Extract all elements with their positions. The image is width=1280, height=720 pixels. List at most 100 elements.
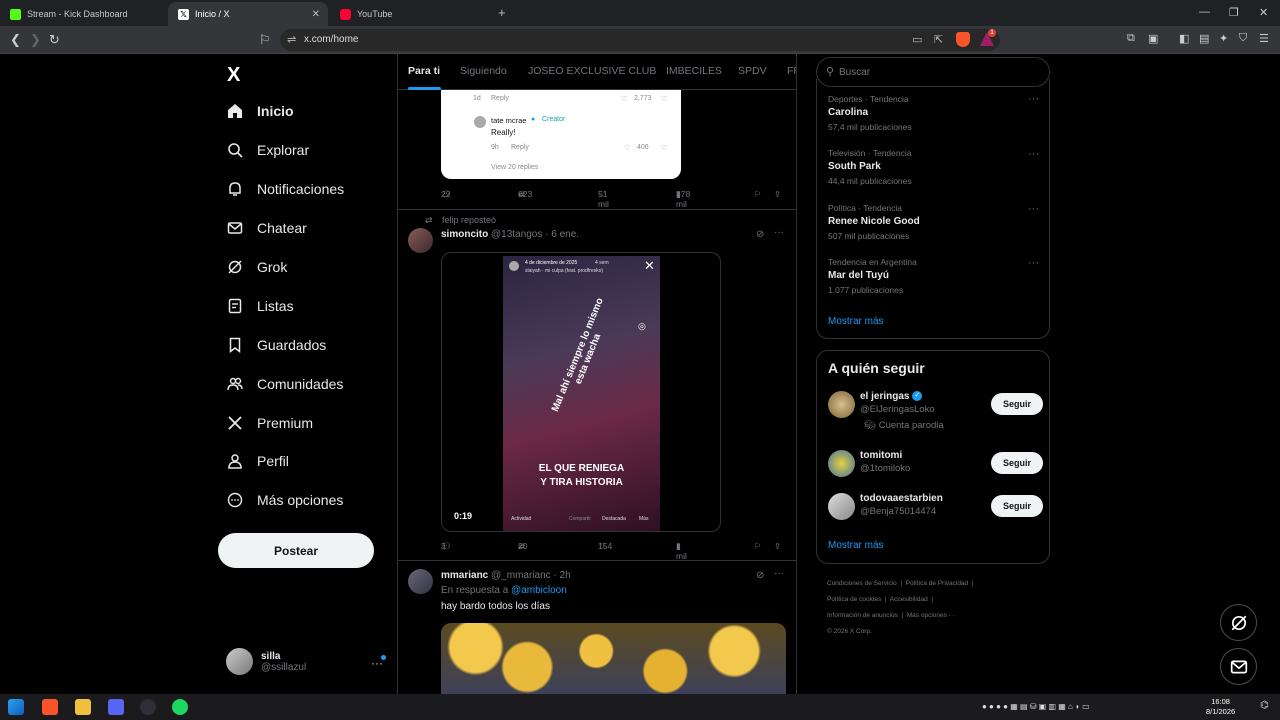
nav-mas-opciones[interactable]: Más opciones bbox=[227, 492, 343, 508]
grok-icon[interactable]: ⊘ bbox=[756, 229, 764, 240]
minimize-icon[interactable]: — bbox=[1199, 6, 1210, 18]
new-tab-icon[interactable]: + bbox=[498, 5, 506, 20]
close-tab-icon[interactable]: ✕ bbox=[312, 9, 320, 20]
tab-siguiendo[interactable]: Siguiendo bbox=[460, 65, 507, 77]
more-dots-icon[interactable]: ··· bbox=[774, 568, 784, 579]
heart-icon[interactable]: ♡ bbox=[621, 95, 627, 103]
reply-link[interactable]: Reply bbox=[511, 144, 529, 151]
reply-link[interactable]: Reply bbox=[491, 95, 509, 102]
sidebar-toggle-icon[interactable]: ◧ bbox=[1179, 32, 1189, 45]
nav-notificaciones[interactable]: Notificaciones bbox=[227, 181, 344, 197]
post-author[interactable]: simoncito @13tangos · 6 ene. bbox=[441, 229, 579, 240]
embedded-tiktok-card[interactable]: 1d Reply ♡ 2,773 ♡ tate mcrae ● Creator … bbox=[441, 90, 681, 179]
reposted-by[interactable]: felip reposteó bbox=[442, 215, 496, 225]
tray-icons[interactable]: ● ● ● ● ▦ ▤ ⛁ ▣ ▥ ▦ ⌂ ◗ ▭ bbox=[982, 702, 1090, 711]
x-logo[interactable]: X bbox=[227, 64, 240, 87]
more-dots-icon[interactable]: ··· bbox=[1028, 257, 1039, 269]
wallet-icon[interactable]: ▤ bbox=[1199, 32, 1209, 45]
follow-suggestion[interactable]: todovaaestarbien @Benja75014474 Seguir bbox=[828, 493, 1043, 529]
nav-chatear[interactable]: Chatear bbox=[227, 220, 307, 236]
brave-shield-icon[interactable] bbox=[956, 32, 970, 47]
nav-premium[interactable]: Premium bbox=[227, 415, 313, 431]
more-dots-icon[interactable]: ··· bbox=[1028, 203, 1039, 215]
obs-icon[interactable] bbox=[140, 699, 156, 715]
follow-suggestion[interactable]: tomitomi @1tomiloko Seguir bbox=[828, 450, 1043, 486]
trend-item[interactable]: Deportes · Tendencia Carolina 57,4 mil p… bbox=[828, 94, 912, 132]
extensions-icon[interactable]: ⧉ bbox=[1127, 32, 1135, 45]
nav-inicio[interactable]: Inicio bbox=[227, 103, 294, 119]
tab-x[interactable]: 𝕏 Inicio / X ✕ bbox=[168, 2, 328, 26]
tab-spdv[interactable]: SPDV bbox=[738, 65, 767, 77]
brave-icon[interactable] bbox=[42, 699, 58, 715]
footer-link[interactable]: Información de anuncios bbox=[827, 612, 898, 619]
post-author[interactable]: mmarianc @_mmarianc · 2h bbox=[441, 570, 571, 581]
reload-icon[interactable]: ↻ bbox=[49, 32, 60, 48]
more-dots-icon[interactable]: ··· bbox=[1028, 148, 1039, 160]
close-icon[interactable]: ✕ bbox=[644, 258, 655, 274]
bookmark-page-icon[interactable]: ⚐ bbox=[259, 32, 271, 48]
cast-icon[interactable]: ▭ bbox=[912, 33, 922, 46]
footer-link[interactable]: Política de Privacidad bbox=[906, 580, 969, 587]
vpn-icon[interactable]: ⛉ bbox=[1239, 32, 1247, 45]
account-switcher[interactable]: silla @ssillazul ··· bbox=[226, 648, 386, 675]
tab-youtube[interactable]: YouTube bbox=[330, 2, 490, 26]
clock[interactable]: 16:08 8/1/2026 bbox=[1206, 697, 1235, 717]
follow-button[interactable]: Seguir bbox=[991, 393, 1043, 415]
footer-link[interactable]: Política de cookies bbox=[827, 596, 881, 603]
messages-fab[interactable] bbox=[1220, 648, 1257, 685]
tab-search-icon[interactable]: ▣ bbox=[1148, 32, 1158, 45]
more-dots-icon[interactable]: ··· bbox=[1028, 93, 1039, 105]
folder-icon[interactable] bbox=[75, 699, 91, 715]
follow-suggestion[interactable]: el jeringas ✓ @ElJeringasLoko 🎭︎ Cuenta … bbox=[828, 391, 1043, 431]
trend-item[interactable]: Tendencia en Argentina Mar del Tuyú 1.07… bbox=[828, 257, 917, 295]
avatar[interactable] bbox=[408, 569, 433, 594]
follow-button[interactable]: Seguir bbox=[991, 452, 1043, 474]
omnibox[interactable]: ⇌ x.com/home ▭ ⇱ 1 bbox=[280, 29, 1000, 51]
more-dots-icon[interactable]: ··· bbox=[774, 227, 784, 238]
post-button[interactable]: Postear bbox=[218, 533, 374, 568]
nav-explorar[interactable]: Explorar bbox=[227, 142, 309, 158]
post-image[interactable] bbox=[441, 623, 786, 694]
nav-listas[interactable]: Listas bbox=[227, 298, 294, 314]
tab-imbeciles[interactable]: IMBECILES bbox=[666, 65, 722, 77]
site-info-icon[interactable]: ⇌ bbox=[287, 33, 296, 46]
tab-kick[interactable]: Stream - Kick Dashboard bbox=[0, 2, 168, 26]
bookmark-icon[interactable]: ⚐ bbox=[754, 541, 762, 552]
show-more-follow[interactable]: Mostrar más bbox=[828, 540, 884, 551]
discord-icon[interactable] bbox=[108, 699, 124, 715]
dislike-icon[interactable]: ♡ bbox=[661, 95, 667, 103]
nav-grok[interactable]: Grok bbox=[227, 259, 287, 275]
reply-to-link[interactable]: @ambicloon bbox=[511, 585, 567, 596]
avatar[interactable] bbox=[408, 228, 433, 253]
grok-icon[interactable]: ⊘ bbox=[756, 570, 764, 581]
spotify-icon[interactable] bbox=[172, 699, 188, 715]
footer-link[interactable]: Condiciones de Servicio bbox=[827, 580, 897, 587]
leo-ai-icon[interactable]: ✦ bbox=[1219, 32, 1228, 45]
view-replies-link[interactable]: View 20 replies bbox=[491, 164, 538, 171]
heart-icon[interactable]: ♡ bbox=[624, 144, 630, 152]
bookmark-icon[interactable]: ⚐ bbox=[754, 189, 762, 200]
nav-comunidades[interactable]: Comunidades bbox=[227, 376, 343, 392]
tab-para-ti[interactable]: Para ti bbox=[408, 65, 440, 77]
tab-fr[interactable]: FR bbox=[787, 65, 796, 77]
restore-icon[interactable]: ❐ bbox=[1229, 6, 1239, 19]
trend-item[interactable]: Televisión · Tendencia South Park 44,4 m… bbox=[828, 148, 912, 186]
menu-icon[interactable]: ☰ bbox=[1259, 32, 1269, 45]
window-close-icon[interactable]: ✕ bbox=[1259, 6, 1268, 19]
share-icon[interactable]: ⇪ bbox=[774, 541, 781, 552]
start-icon[interactable] bbox=[8, 699, 24, 715]
tab-joseo[interactable]: JOSEO EXCLUSIVE CLUB bbox=[528, 65, 656, 77]
back-icon[interactable]: ❮ bbox=[10, 32, 21, 48]
share-icon[interactable]: ⇪ bbox=[774, 189, 781, 200]
nav-guardados[interactable]: Guardados bbox=[227, 337, 326, 353]
video-player[interactable]: 4 de diciembre de 2025 4 sem slaiyah · m… bbox=[441, 252, 721, 532]
grok-fab[interactable] bbox=[1220, 604, 1257, 641]
forward-icon[interactable]: ❯ bbox=[30, 32, 41, 48]
footer-link[interactable]: Accesibilidad bbox=[890, 596, 928, 603]
nav-perfil[interactable]: Perfil bbox=[227, 453, 289, 469]
notifications-icon[interactable]: ⌬ bbox=[1260, 700, 1269, 711]
share-icon[interactable]: ⇱ bbox=[934, 33, 943, 46]
show-more-trends[interactable]: Mostrar más bbox=[828, 316, 884, 327]
footer-link[interactable]: Más opciones ··· bbox=[907, 612, 955, 619]
trend-item[interactable]: Política · Tendencia Renee Nicole Good 5… bbox=[828, 203, 920, 241]
